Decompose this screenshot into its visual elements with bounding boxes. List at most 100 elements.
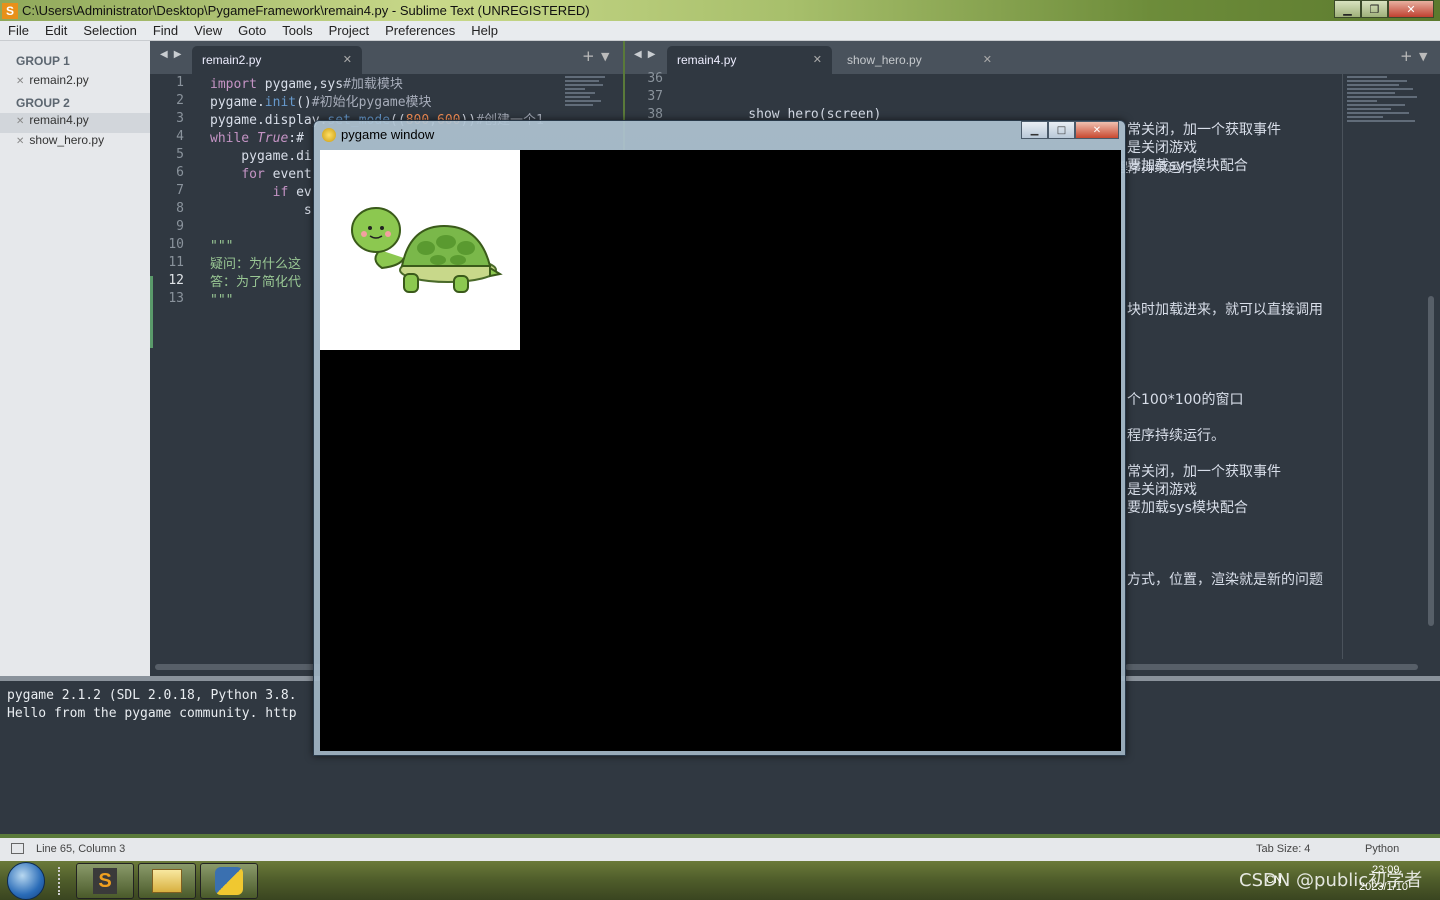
vertical-scrollbar[interactable]: [1428, 296, 1434, 626]
tab-nav-arrows-icon[interactable]: ◀▶: [634, 49, 661, 60]
line-number: 2: [176, 93, 184, 108]
tab-nav-arrows-icon[interactable]: ◀▶: [160, 49, 187, 60]
csdn-watermark: CSDN @public初学者: [1239, 870, 1423, 891]
code-token: ev: [288, 185, 312, 200]
minimize-button[interactable]: ▁: [1021, 121, 1048, 139]
code-fragment: 常关闭，加一个获取事件: [1127, 122, 1281, 138]
windows-taskbar: S CN 23:09 2023/1/10: [0, 861, 1440, 900]
menu-tools[interactable]: Tools: [274, 23, 320, 38]
tab-label: remain2.py: [202, 53, 262, 67]
menu-selection[interactable]: Selection: [75, 23, 144, 38]
folder-icon: [152, 869, 182, 893]
code-fragment: 是关闭游戏: [1127, 140, 1197, 156]
sublime-app-icon: S: [2, 2, 18, 19]
line-number: 12: [168, 273, 184, 288]
taskbar-grip: [58, 867, 64, 895]
code-token: pygame.display.: [210, 113, 328, 128]
code-token: if: [272, 185, 289, 200]
code-token: 疑问：为什么这: [210, 257, 302, 272]
line-number: 6: [176, 165, 184, 180]
tab-close-icon[interactable]: ✕: [343, 46, 352, 74]
menu-preferences[interactable]: Preferences: [377, 23, 463, 38]
close-file-icon[interactable]: ✕: [16, 136, 24, 147]
code-fragment: 程序持续运行。: [1127, 428, 1225, 444]
code-token: pygame.: [210, 95, 265, 110]
python-icon: [215, 867, 243, 895]
code-fragment: 方式，位置，渲染就是新的问题: [1127, 572, 1323, 588]
code-fragment: 块时加载进来，就可以直接调用: [1127, 302, 1323, 318]
line-number: 37: [647, 89, 663, 104]
sidebar: GROUP 1 ✕ remain2.py GROUP 2 ✕ remain4.py …: [0, 41, 150, 676]
code-token: pygame,sys: [256, 77, 344, 92]
code-token: """: [210, 239, 234, 254]
new-tab-plus-icon[interactable]: +: [582, 47, 595, 65]
line-number: 9: [176, 219, 184, 234]
console-line: Hello from the pygame community. http: [7, 706, 297, 721]
code-token: while: [210, 131, 250, 146]
code-token: """: [210, 293, 234, 308]
taskbar-python[interactable]: [200, 863, 258, 899]
sidebar-file-remain4[interactable]: ✕ remain4.py: [0, 113, 150, 133]
minimap[interactable]: [1347, 74, 1419, 214]
menu-bar: File Edit Selection Find View Goto Tools…: [0, 21, 1440, 41]
code-token: for: [241, 167, 265, 182]
sidebar-file-show-hero[interactable]: ✕ show_hero.py: [0, 133, 150, 153]
pygame-window-controls: ▁ □ ✕: [1021, 121, 1119, 139]
hero-image: [320, 150, 520, 350]
pygame-canvas[interactable]: [320, 150, 1121, 751]
new-tab-plus-icon[interactable]: +: [1400, 47, 1413, 65]
code-line: pygame.init()#初始化pygame模块: [210, 94, 544, 112]
tab-label: remain4.py: [677, 53, 737, 67]
close-button[interactable]: ✕: [1075, 121, 1119, 139]
syntax-indicator[interactable]: Python: [1365, 838, 1399, 860]
tab-dropdown-icon[interactable]: ▼: [601, 50, 609, 63]
minimize-button[interactable]: ▁: [1334, 0, 1361, 18]
line-number: 1: [176, 75, 184, 90]
tab-size-indicator[interactable]: Tab Size: 4: [1256, 838, 1310, 860]
close-file-icon[interactable]: ✕: [16, 116, 24, 127]
sidebar-file-label: remain4.py: [29, 113, 89, 127]
panel-toggle-icon[interactable]: [11, 843, 24, 854]
code-token: event: [264, 167, 312, 182]
line-gutter: 1 2 3 4 5 6 7 8 9 10 11 12 13: [150, 74, 198, 674]
maximize-button[interactable]: ❐: [1361, 0, 1388, 18]
line-number: 5: [176, 147, 184, 162]
window-titlebar[interactable]: S C:\Users\Administrator\Desktop\PygameF…: [0, 0, 1440, 21]
maximize-button[interactable]: □: [1048, 121, 1075, 139]
status-bar: Line 65, Column 3 Tab Size: 4 Python: [0, 838, 1440, 861]
menu-view[interactable]: View: [186, 23, 230, 38]
menu-project[interactable]: Project: [321, 23, 377, 38]
sublime-icon: S: [93, 868, 117, 894]
code-fragment: 要加载sys模块配合: [1127, 158, 1248, 174]
sidebar-file-remain2[interactable]: ✕ remain2.py: [0, 73, 150, 93]
minimap-divider: [1342, 74, 1343, 659]
code-token: init: [264, 95, 297, 110]
start-button[interactable]: [7, 862, 45, 900]
code-token: #加载模块: [343, 77, 403, 92]
sidebar-group-2: GROUP 2: [16, 96, 70, 110]
horizontal-scrollbar[interactable]: [1125, 664, 1418, 670]
code-fragment: 是关闭游戏: [1127, 482, 1197, 498]
menu-help[interactable]: Help: [463, 23, 506, 38]
menu-find[interactable]: Find: [145, 23, 186, 38]
line-number: 10: [168, 237, 184, 252]
line-number: 7: [176, 183, 184, 198]
taskbar-explorer[interactable]: [138, 863, 196, 899]
close-button[interactable]: ✕: [1388, 0, 1434, 18]
line-number: 11: [168, 255, 184, 270]
tab-dropdown-icon[interactable]: ▼: [1419, 50, 1427, 63]
taskbar-sublime[interactable]: S: [76, 863, 134, 899]
python-icon: [322, 128, 336, 142]
line-number: 3: [176, 111, 184, 126]
code-token: pygame.di: [210, 149, 312, 164]
close-file-icon[interactable]: ✕: [16, 76, 24, 87]
tab-remain2[interactable]: remain2.py ✕: [192, 46, 362, 74]
sidebar-file-label: show_hero.py: [29, 133, 105, 147]
menu-file[interactable]: File: [0, 23, 37, 38]
console-line: pygame 2.1.2 (SDL 2.0.18, Python 3.8.: [7, 688, 297, 703]
menu-goto[interactable]: Goto: [230, 23, 274, 38]
tab-strip-left: ◀▶ remain2.py ✕ + ▼: [150, 41, 623, 74]
pygame-window[interactable]: pygame window ▁ □ ✕: [313, 120, 1126, 756]
menu-edit[interactable]: Edit: [37, 23, 75, 38]
